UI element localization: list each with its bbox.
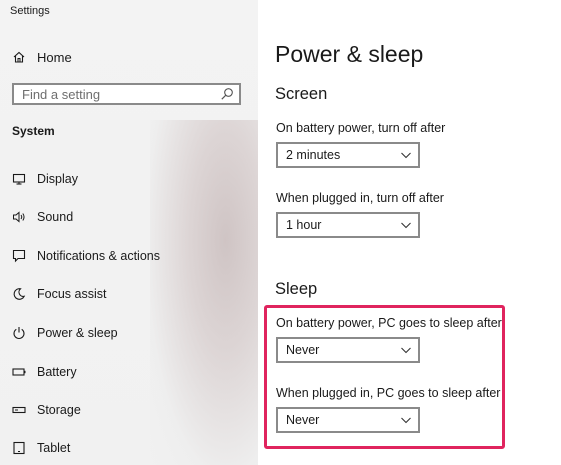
sidebar-item-notifications[interactable]: Notifications & actions (12, 246, 160, 266)
sound-icon (12, 210, 26, 224)
dropdown-value: 2 minutes (286, 148, 341, 162)
notifications-icon (12, 249, 26, 263)
chevron-down-icon (401, 152, 411, 159)
sidebar-item-label: Focus assist (37, 287, 107, 301)
chevron-down-icon (401, 347, 411, 354)
search-input[interactable] (22, 86, 212, 102)
battery-icon (12, 365, 26, 379)
screen-plugged-dropdown[interactable]: 1 hour (276, 212, 420, 238)
dropdown-value: Never (286, 413, 320, 427)
power-icon (12, 326, 26, 340)
search-icon[interactable] (220, 87, 234, 101)
sidebar-item-focus-assist[interactable]: Focus assist (12, 284, 106, 304)
search-box[interactable] (12, 83, 241, 105)
sidebar-item-label: Notifications & actions (37, 249, 160, 263)
sleep-heading: Sleep (275, 280, 318, 298)
section-heading-system: System (12, 124, 55, 138)
screen-battery-label: On battery power, turn off after (276, 121, 446, 135)
chevron-down-icon (401, 417, 411, 424)
screen-plugged-label: When plugged in, turn off after (276, 191, 444, 205)
dropdown-value: 1 hour (286, 218, 322, 232)
sidebar-item-label: Sound (37, 210, 74, 224)
screen-heading: Screen (275, 85, 328, 103)
sidebar-item-display[interactable]: Display (12, 169, 78, 189)
sleep-plugged-label: When plugged in, PC goes to sleep after (276, 386, 501, 400)
sidebar-item-tablet[interactable]: Tablet (12, 438, 70, 458)
window-title: Settings (10, 5, 50, 17)
sidebar-item-sound[interactable]: Sound (12, 207, 73, 227)
sleep-battery-label: On battery power, PC goes to sleep after (276, 316, 502, 330)
sidebar: Settings Home System Display Sound Notif… (0, 0, 258, 465)
sleep-battery-dropdown[interactable]: Never (276, 337, 420, 363)
sidebar-item-label: Display (37, 172, 78, 186)
sidebar-item-storage[interactable]: Storage (12, 400, 81, 420)
main-content: Power & sleep Screen On battery power, t… (258, 0, 561, 465)
sidebar-item-battery[interactable]: Battery (12, 362, 77, 382)
sidebar-item-label: Tablet (37, 441, 71, 455)
screen-battery-dropdown[interactable]: 2 minutes (276, 142, 420, 168)
sidebar-item-label: Battery (37, 365, 77, 379)
tablet-icon (12, 441, 26, 455)
dropdown-value: Never (286, 343, 320, 357)
chevron-down-icon (401, 222, 411, 229)
moon-icon (12, 287, 26, 301)
sidebar-background-blur (150, 120, 258, 465)
home-label: Home (37, 49, 72, 65)
storage-icon (12, 403, 26, 417)
sidebar-item-power-sleep[interactable]: Power & sleep (12, 323, 118, 343)
sidebar-item-label: Power & sleep (37, 326, 118, 340)
home-icon (12, 50, 26, 64)
sleep-plugged-dropdown[interactable]: Never (276, 407, 420, 433)
page-title: Power & sleep (275, 41, 424, 67)
home-nav-item[interactable]: Home (12, 48, 72, 66)
sidebar-item-label: Storage (37, 403, 81, 417)
display-icon (12, 172, 26, 186)
